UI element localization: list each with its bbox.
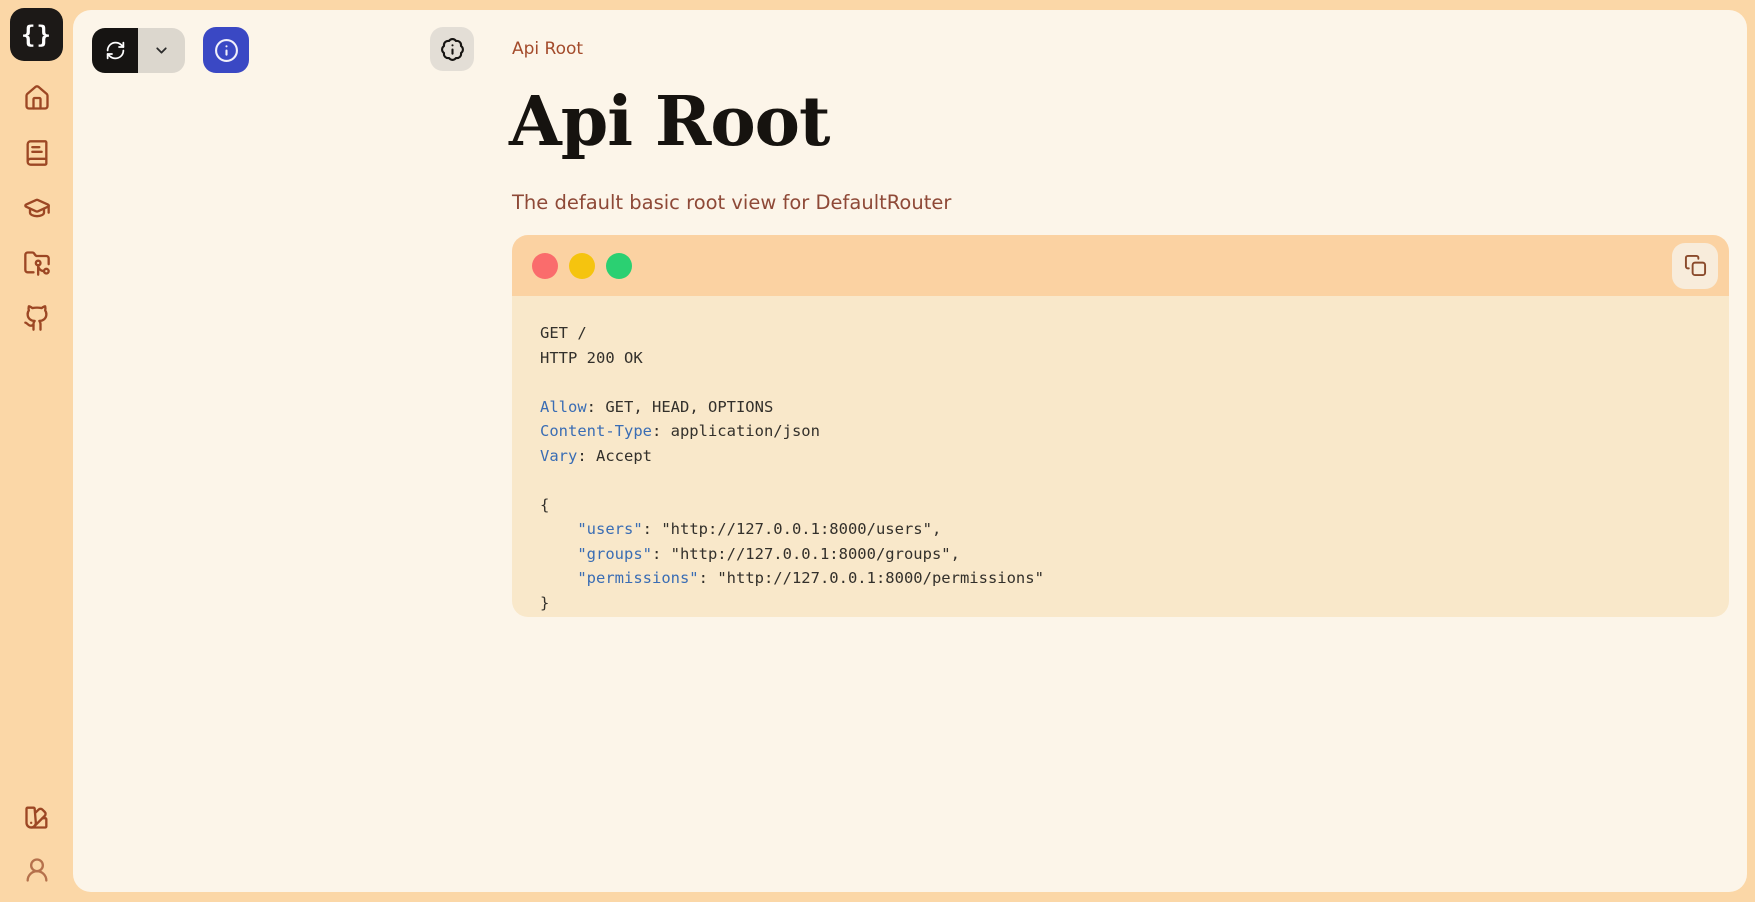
graduation-cap-icon bbox=[23, 194, 51, 222]
window-dot-green bbox=[606, 253, 632, 279]
page-subtitle: The default basic root view for DefaultR… bbox=[512, 191, 951, 214]
code-line bbox=[540, 370, 1709, 395]
github-icon bbox=[23, 304, 51, 332]
house-icon bbox=[23, 84, 51, 112]
window-dot-red bbox=[532, 253, 558, 279]
sidebar-item-repository[interactable] bbox=[23, 249, 51, 277]
code-line: "groups": "http://127.0.0.1:8000/groups"… bbox=[540, 542, 1709, 567]
refresh-button[interactable] bbox=[92, 28, 138, 73]
window-dot-yellow bbox=[569, 253, 595, 279]
user-round-icon bbox=[23, 856, 51, 884]
app-logo-glyph: {} bbox=[21, 21, 52, 49]
code-line: Content-Type: application/json bbox=[540, 419, 1709, 444]
info-button[interactable] bbox=[203, 27, 249, 73]
sidebar: {} bbox=[0, 0, 73, 902]
swatch-book-icon bbox=[23, 803, 51, 831]
info-icon bbox=[214, 38, 239, 63]
folder-git-icon bbox=[23, 249, 51, 277]
page-title: Api Root bbox=[509, 88, 829, 156]
refresh-cw-icon bbox=[105, 40, 126, 61]
chevron-down-icon bbox=[153, 42, 170, 59]
copy-icon bbox=[1684, 254, 1707, 277]
breadcrumb-current[interactable]: Api Root bbox=[512, 39, 583, 59]
code-line: "users": "http://127.0.0.1:8000/users", bbox=[540, 517, 1709, 542]
sidebar-item-account[interactable] bbox=[23, 856, 51, 884]
sidebar-item-tutorials[interactable] bbox=[23, 194, 51, 222]
sidebar-item-github[interactable] bbox=[23, 304, 51, 332]
code-line: Vary: Accept bbox=[540, 444, 1709, 469]
code-content: GET /HTTP 200 OK Allow: GET, HEAD, OPTIO… bbox=[512, 296, 1729, 617]
badge-info-icon bbox=[440, 37, 465, 62]
badge-info-button[interactable] bbox=[430, 27, 474, 71]
sidebar-item-home[interactable] bbox=[23, 84, 51, 112]
app-logo[interactable]: {} bbox=[10, 8, 63, 61]
code-line bbox=[540, 468, 1709, 493]
refresh-dropdown-button[interactable] bbox=[138, 28, 185, 73]
refresh-split-button bbox=[92, 28, 185, 73]
sidebar-item-theme[interactable] bbox=[23, 803, 51, 831]
main-panel: Api Root Api Root The default basic root… bbox=[73, 10, 1747, 892]
code-line: HTTP 200 OK bbox=[540, 346, 1709, 371]
code-line: { bbox=[540, 493, 1709, 518]
code-line: Allow: GET, HEAD, OPTIONS bbox=[540, 395, 1709, 420]
code-line: } bbox=[540, 591, 1709, 616]
code-card-header bbox=[512, 235, 1729, 296]
code-line: "permissions": "http://127.0.0.1:8000/pe… bbox=[540, 566, 1709, 591]
sidebar-item-docs[interactable] bbox=[23, 139, 51, 167]
breadcrumb: Api Root bbox=[512, 39, 583, 59]
response-code-card: GET /HTTP 200 OK Allow: GET, HEAD, OPTIO… bbox=[512, 235, 1729, 617]
book-text-icon bbox=[23, 139, 51, 167]
code-line: GET / bbox=[540, 321, 1709, 346]
copy-button[interactable] bbox=[1672, 243, 1718, 289]
